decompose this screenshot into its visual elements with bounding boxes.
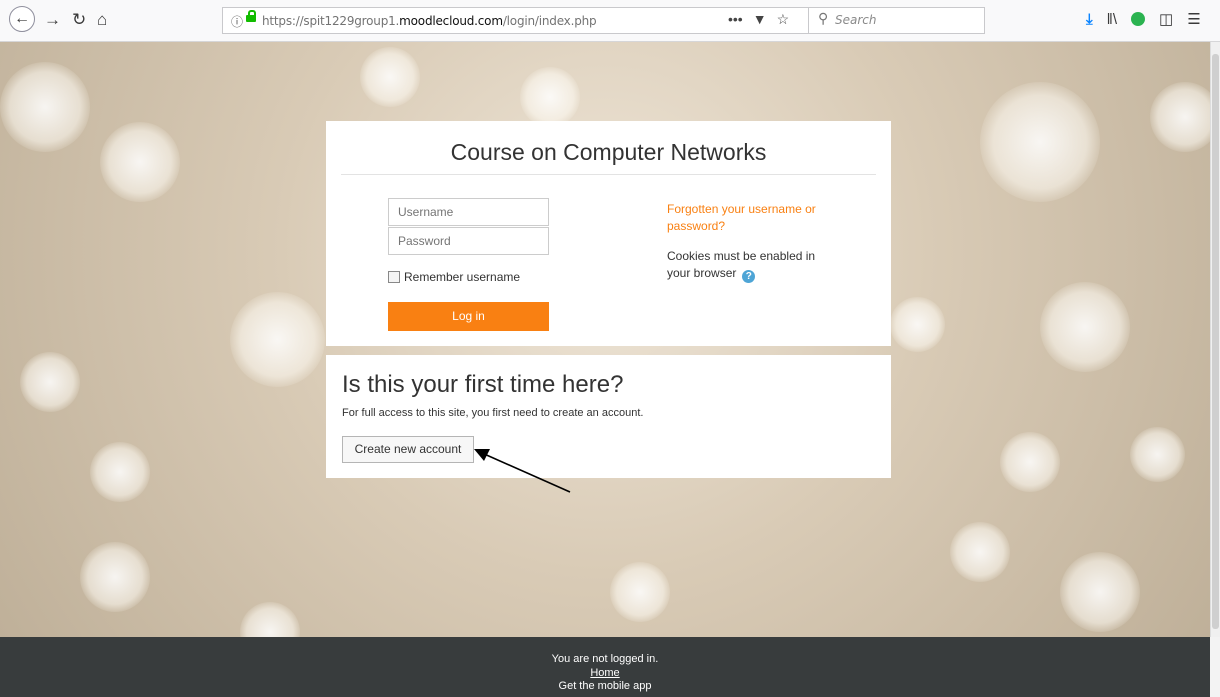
create-account-button[interactable]: Create new account bbox=[342, 436, 474, 463]
address-bar[interactable]: ⓘ https://spit1229group1.moodlecloud.com… bbox=[222, 7, 985, 34]
browser-toolbar: ← → ↻ ⌂ ⓘ https://spit1229group1.moodlec… bbox=[0, 0, 1220, 42]
signup-heading: Is this your first time here? bbox=[342, 371, 624, 398]
divider bbox=[341, 174, 876, 175]
bokeh-light bbox=[980, 82, 1100, 202]
arrow-annotation bbox=[474, 449, 571, 493]
help-icon[interactable]: ? bbox=[742, 270, 756, 283]
forward-icon[interactable]: → bbox=[44, 8, 61, 32]
scrollbar-thumb[interactable] bbox=[1212, 54, 1219, 629]
bokeh-light bbox=[1040, 282, 1130, 372]
bokeh-light bbox=[1150, 82, 1210, 152]
menu-icon[interactable]: ☰ bbox=[1187, 10, 1200, 28]
forgot-password-link[interactable]: Forgotten your username or password? bbox=[667, 201, 837, 235]
login-panel: Course on Computer Networks Remember use… bbox=[326, 121, 891, 346]
search-input[interactable]: ⚲ Search bbox=[808, 7, 983, 34]
login-status: You are not logged in. bbox=[551, 653, 659, 665]
page-actions-icon[interactable]: ••• bbox=[728, 11, 743, 28]
mobile-app-link[interactable]: Get the mobile app bbox=[0, 680, 1210, 694]
cookies-text: Cookies must be enabled in your browser bbox=[667, 249, 816, 280]
site-title: Course on Computer Networks bbox=[450, 139, 767, 165]
download-icon[interactable]: ⤓ bbox=[1086, 11, 1093, 28]
library-icon[interactable]: ‖\ bbox=[1107, 11, 1117, 28]
remember-checkbox[interactable] bbox=[388, 271, 400, 283]
url-text[interactable]: https://spit1229group1.moodlecloud.com/l… bbox=[262, 14, 597, 28]
page-footer: You are not logged in. Home Get the mobi… bbox=[0, 637, 1210, 697]
bokeh-light bbox=[0, 62, 90, 152]
bokeh-light bbox=[100, 122, 180, 202]
cookies-notice: Cookies must be enabled in your browser? bbox=[667, 248, 837, 283]
home-icon[interactable]: ⌂ bbox=[97, 8, 107, 32]
password-input[interactable] bbox=[388, 227, 549, 255]
bokeh-light bbox=[520, 67, 580, 127]
back-icon[interactable]: ← bbox=[9, 6, 35, 32]
reload-icon[interactable]: ↻ bbox=[72, 8, 86, 32]
search-icon: ⚲ bbox=[818, 10, 829, 26]
remember-label: Remember username bbox=[404, 270, 521, 284]
pocket-icon[interactable]: ▼ bbox=[753, 11, 767, 28]
home-link[interactable]: Home bbox=[590, 667, 619, 679]
bokeh-light bbox=[1060, 552, 1140, 632]
login-button[interactable]: Log in bbox=[388, 302, 549, 331]
bokeh-light bbox=[230, 292, 325, 387]
bokeh-light bbox=[890, 297, 945, 352]
page-scrollbar[interactable] bbox=[1210, 42, 1220, 637]
signup-instructions: For full access to this site, you first … bbox=[342, 407, 644, 419]
bokeh-light bbox=[20, 352, 80, 412]
bokeh-light bbox=[950, 522, 1010, 582]
bokeh-light bbox=[240, 602, 300, 637]
search-placeholder: Search bbox=[835, 13, 877, 27]
remember-username[interactable]: Remember username bbox=[388, 270, 520, 284]
bokeh-light bbox=[80, 542, 150, 612]
bokeh-light bbox=[1000, 432, 1060, 492]
lock-icon bbox=[246, 10, 256, 22]
signup-panel: Is this your first time here? For full a… bbox=[326, 355, 891, 478]
bokeh-light bbox=[1130, 427, 1185, 482]
bokeh-light bbox=[360, 47, 420, 107]
info-icon[interactable]: ⓘ bbox=[231, 13, 243, 30]
bokeh-light bbox=[610, 562, 670, 622]
username-input[interactable] bbox=[388, 198, 549, 226]
bokeh-light bbox=[90, 442, 150, 502]
extension-icon[interactable] bbox=[1131, 12, 1146, 26]
sidebar-icon[interactable]: ◫ bbox=[1159, 10, 1173, 28]
bookmark-star-icon[interactable]: ☆ bbox=[777, 11, 790, 28]
